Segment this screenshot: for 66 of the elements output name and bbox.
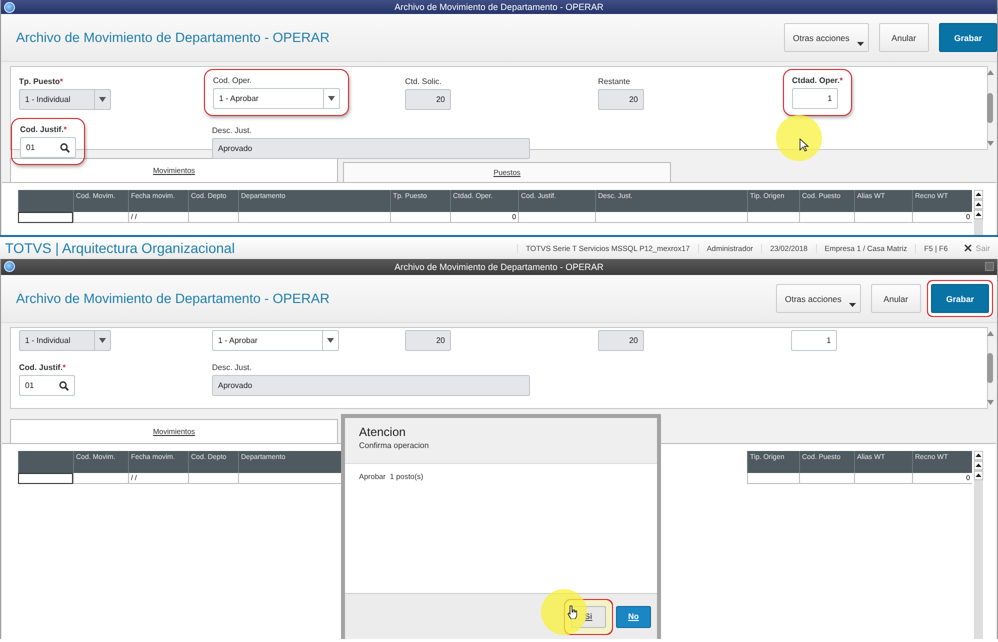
field-label: Restante: [598, 77, 630, 86]
field-label: Ctdad. Oper.*: [792, 76, 843, 85]
dialog-button[interactable]: No: [616, 606, 651, 628]
dropdown-arrow-icon: [327, 338, 334, 343]
column-header: [18, 451, 73, 473]
table-cell: [747, 212, 799, 223]
number-field[interactable]: 1: [791, 330, 837, 351]
lookup-field[interactable]: 01: [20, 137, 76, 158]
search-icon[interactable]: [60, 142, 70, 152]
table-cell: [18, 473, 73, 484]
scroll-up-icon[interactable]: [974, 200, 983, 209]
scroll-down-icon[interactable]: [986, 400, 994, 405]
app-title: TOTVS | Arquitectura Organizacional: [5, 240, 236, 256]
table-cell: [73, 473, 128, 484]
table-cell: [73, 212, 128, 223]
table-cell: [747, 473, 799, 484]
table-cell: [188, 212, 238, 223]
dropdown-arrow-icon: [99, 97, 106, 102]
table-scrollbar[interactable]: [974, 451, 983, 639]
action-button[interactable]: Anular: [878, 23, 930, 52]
logo-icon: [4, 261, 15, 272]
table-cell: [18, 212, 73, 223]
scroll-up-icon[interactable]: [974, 210, 983, 219]
number-field[interactable]: 1: [792, 88, 838, 109]
caret-icon: [856, 42, 864, 46]
field-label: Cod. Justif.*: [20, 125, 67, 134]
table-cell: [188, 473, 238, 484]
scroll-down-icon[interactable]: [986, 141, 994, 146]
field-label: Cod. Oper.: [213, 76, 252, 85]
field-label: Desc. Just.: [212, 126, 252, 135]
dropdown-arrow-icon: [328, 96, 335, 101]
hand-pointer-icon: [567, 605, 577, 619]
scroll-up-icon[interactable]: [974, 451, 983, 460]
dropdown-field[interactable]: 1 - Aprobar: [212, 330, 339, 351]
table-cell: [799, 473, 854, 484]
window-title: Archivo de Movimiento de Departamento - OPERAR: [394, 2, 604, 12]
dropdown-arrow-icon: [99, 338, 106, 343]
page-heading: Archivo de Movimiento de Departamento - OPERAR: [16, 291, 330, 306]
scroll-up-icon[interactable]: [974, 461, 983, 470]
dialog-title: Atencion: [359, 425, 406, 439]
table-cell: [799, 212, 854, 223]
column-header: [18, 190, 73, 212]
scroll-up-icon[interactable]: [974, 190, 983, 199]
action-button[interactable]: Anular: [870, 284, 922, 313]
table-cell: [390, 212, 450, 223]
table-cell: [854, 473, 912, 484]
field-label: Desc. Just.: [212, 363, 252, 372]
field-label: Cod. Justif.*: [19, 363, 66, 372]
menu-button[interactable]: Otras acciones: [776, 284, 861, 313]
dialog-subtitle: Confirma operacion: [359, 441, 429, 450]
menu-button[interactable]: Otras acciones: [784, 23, 869, 52]
caret-icon: [848, 303, 856, 307]
mouse-pointer-icon: [799, 138, 809, 152]
action-button[interactable]: Grabar: [939, 23, 997, 52]
field-label: Ctd. Solic.: [405, 77, 442, 86]
window-title: Archivo de Movimiento de Departamento - OPERAR: [394, 262, 604, 272]
field-label: Tp. Puesto*: [19, 77, 64, 86]
dropdown-field[interactable]: 1 - Aprobar: [213, 88, 340, 109]
close-icon: [964, 244, 972, 252]
scroll-up-icon[interactable]: [974, 471, 983, 480]
table-cell: [854, 212, 912, 223]
search-icon[interactable]: [59, 380, 69, 390]
table-scrollbar[interactable]: [974, 190, 983, 235]
page-heading: Archivo de Movimiento de Departamento - OPERAR: [16, 30, 330, 45]
logo-icon: [4, 2, 15, 13]
lookup-field[interactable]: 01: [19, 375, 75, 396]
